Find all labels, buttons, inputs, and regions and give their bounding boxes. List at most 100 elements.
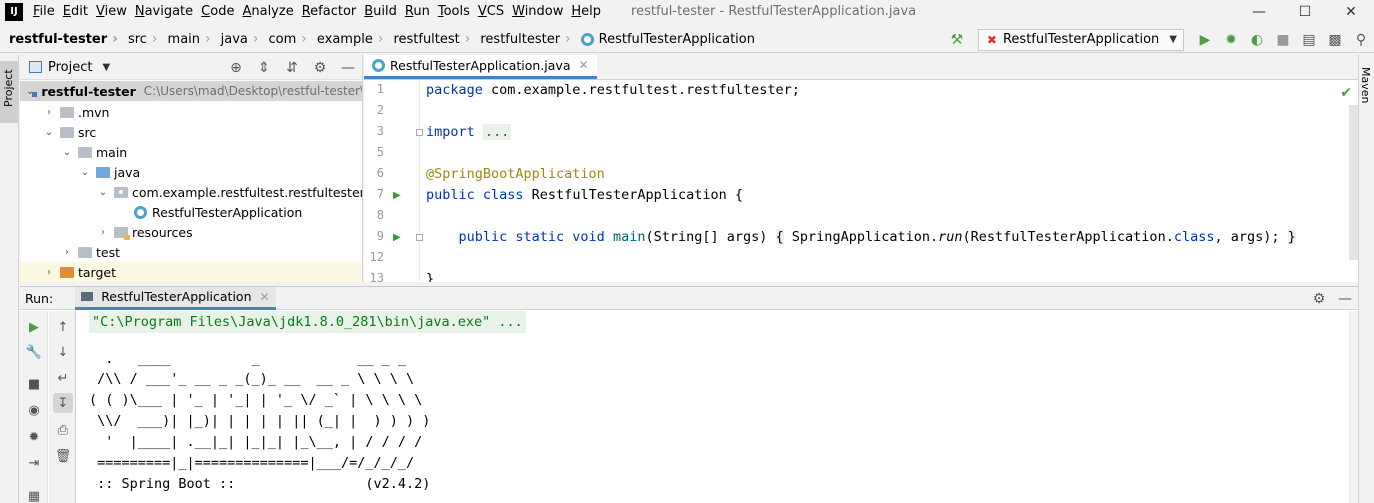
code-token: package (426, 82, 483, 98)
search-icon[interactable]: ⚲ (1349, 29, 1373, 51)
checkmark-icon[interactable]: ✔ (1340, 85, 1352, 101)
layout-icon[interactable]: ▦ (24, 486, 44, 503)
breadcrumb-item[interactable]: java › (213, 31, 261, 47)
chevron-down-icon[interactable]: ⌄ (42, 127, 56, 138)
breadcrumb-item[interactable]: restfultest › (385, 31, 472, 47)
tree-item-mvn[interactable]: › .mvn (42, 102, 109, 122)
project-tool-window-button[interactable]: Project (0, 61, 18, 123)
run-tab[interactable]: RestfulTesterApplication ✕ (75, 286, 276, 310)
fold-icon[interactable] (416, 234, 423, 241)
menu-analyze[interactable]: Analyze (238, 4, 297, 19)
terminal-icon[interactable]: ▩ (1323, 29, 1347, 51)
trash-icon[interactable]: 🗑 (53, 446, 73, 466)
menu-file[interactable]: File (29, 4, 59, 19)
locate-icon[interactable]: ⊕ (223, 57, 249, 79)
run-gutter-icon[interactable]: ▶ (393, 232, 401, 243)
tree-item-target[interactable]: › target (42, 262, 116, 282)
build-hammer-icon[interactable]: ⚒ (945, 29, 969, 51)
tree-item-package[interactable]: ⌄ com.example.restfultest.restfultester (96, 182, 362, 202)
menu-code[interactable]: Code (197, 4, 238, 19)
close-icon[interactable]: ✕ (578, 58, 588, 72)
menu-edit[interactable]: Edit (59, 4, 92, 19)
arrow-down-icon[interactable]: ↓ (53, 342, 73, 362)
tree-item-restful-tester[interactable]: ⌄ restful-tester C:\Users\mad\Desktop\re… (20, 81, 362, 101)
gear-icon[interactable]: ⚙ (1307, 288, 1331, 310)
wrench-icon[interactable]: 🔧 (24, 342, 44, 362)
breadcrumb-item[interactable]: restfultester › (472, 31, 572, 47)
menu-refactor[interactable]: Refactor (298, 4, 361, 19)
breadcrumb-label: java (220, 31, 248, 47)
breadcrumb-item[interactable]: example › (309, 31, 386, 47)
stop-icon[interactable]: ■ (24, 374, 44, 394)
breadcrumb-item[interactable]: src › (120, 31, 160, 47)
arrow-up-icon[interactable]: ↑ (53, 317, 73, 337)
folded-imports[interactable]: ... (482, 124, 512, 140)
collapse-all-icon[interactable]: ⇵ (279, 57, 305, 79)
menu-tools[interactable]: Tools (434, 4, 474, 19)
code-token: @SpringBootApplication (426, 166, 605, 182)
maximize-icon[interactable]: ☐ (1282, 0, 1328, 23)
run-gutter-icon[interactable]: ▶ (393, 190, 401, 201)
chevron-right-icon[interactable]: › (42, 267, 56, 278)
chevron-right-icon: › (565, 31, 571, 47)
project-panel-title[interactable]: Project (48, 60, 92, 75)
console-scrollbar[interactable] (1349, 311, 1358, 503)
java-class-icon (580, 32, 594, 46)
breadcrumb-item[interactable]: com › (260, 31, 308, 47)
tree-item-test[interactable]: › test (60, 242, 120, 262)
rerun-icon[interactable]: ▶ (24, 317, 44, 337)
run-icon[interactable]: ▶ (1193, 29, 1217, 51)
chevron-down-icon[interactable]: ⌄ (78, 167, 92, 178)
fold-icon[interactable] (416, 129, 423, 136)
expand-all-icon[interactable]: ⇕ (251, 57, 277, 79)
hide-icon[interactable]: — (335, 57, 361, 79)
editor-scrollbar[interactable] (1349, 105, 1358, 260)
code-area[interactable]: package com.example.restfultest.restfult… (426, 80, 1358, 282)
chevron-down-icon[interactable]: ▼ (102, 62, 110, 73)
close-icon[interactable]: ✕ (260, 290, 270, 304)
chevron-down-icon[interactable]: ⌄ (96, 187, 110, 198)
menu-run[interactable]: Run (401, 4, 434, 19)
breadcrumb-label: restfultester (480, 31, 561, 47)
scroll-to-end-icon[interactable]: ↧ (53, 393, 73, 413)
menu-navigate[interactable]: Navigate (131, 4, 197, 19)
console-line: \\/ ___)| |_)| | | | | || (_| | ) ) ) ) (89, 413, 431, 429)
minimize-icon[interactable]: — (1236, 0, 1282, 23)
menu-help[interactable]: Help (567, 4, 605, 19)
editor-gutter[interactable]: 1 2 3 5 6 7 8 9 12 13 ▶ ▶ (364, 80, 423, 282)
run-configuration-select[interactable]: ✖ RestfulTesterApplication ▼ (977, 28, 1184, 51)
debug-icon[interactable]: ✹ (1219, 29, 1243, 51)
tree-item-resources[interactable]: › resources (96, 222, 193, 242)
exit-icon[interactable]: ✹ (24, 427, 44, 447)
console-output[interactable]: "C:\Program Files\Java\jdk1.8.0_281\bin\… (77, 311, 1358, 503)
console-line: :: Spring Boot :: (v2.4.2) (89, 476, 431, 492)
gear-icon[interactable]: ⚙ (307, 57, 333, 79)
chevron-right-icon[interactable]: › (42, 107, 56, 118)
maven-tool-window-button[interactable]: Maven (1359, 61, 1374, 121)
coverage-icon[interactable]: ◐ (1245, 29, 1269, 51)
tree-item-java[interactable]: ⌄ java (78, 162, 140, 182)
hide-icon[interactable]: — (1333, 288, 1357, 310)
editor-tab[interactable]: RestfulTesterApplication.java ✕ (364, 55, 597, 79)
menu-vcs[interactable]: VCS (474, 4, 508, 19)
stop-icon[interactable]: ■ (1271, 29, 1295, 51)
console-command-line[interactable]: "C:\Program Files\Java\jdk1.8.0_281\bin\… (89, 311, 526, 333)
print-icon[interactable]: ⎙ (53, 420, 73, 440)
menu-view[interactable]: View (92, 4, 131, 19)
chevron-right-icon[interactable]: › (60, 247, 74, 258)
login-icon[interactable]: ⇥ (24, 453, 44, 473)
chevron-right-icon[interactable]: › (96, 227, 110, 238)
tree-item-src[interactable]: ⌄ src (42, 122, 96, 142)
menu-window[interactable]: Window (508, 4, 567, 19)
tree-item-main[interactable]: ⌄ main (60, 142, 127, 162)
close-window-icon[interactable]: ✕ (1328, 0, 1374, 23)
chevron-down-icon[interactable]: ⌄ (60, 147, 74, 158)
project-structure-icon[interactable]: ▤ (1297, 29, 1321, 51)
camera-icon[interactable]: ◉ (24, 400, 44, 420)
tree-item-main-class[interactable]: RestfulTesterApplication (134, 202, 302, 222)
breadcrumb-item[interactable]: RestfulTesterApplication (573, 32, 757, 47)
breadcrumb-item[interactable]: main › (160, 31, 213, 47)
menu-build[interactable]: Build (360, 4, 401, 19)
breadcrumb-item[interactable]: restful-tester › (0, 31, 120, 47)
soft-wrap-icon[interactable]: ↵ (53, 368, 73, 388)
